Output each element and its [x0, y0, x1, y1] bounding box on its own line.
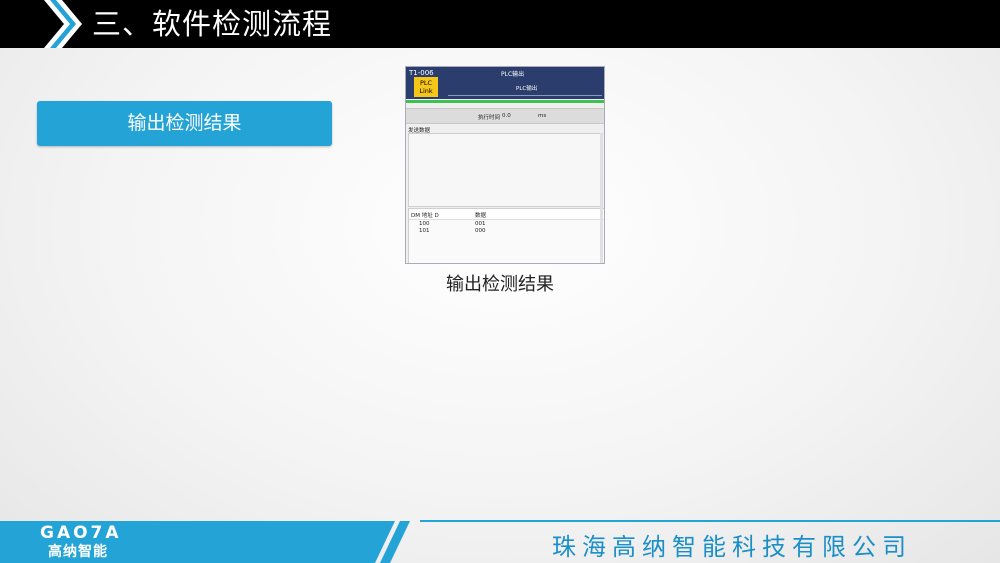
plc-badge-line1: PLC [419, 79, 433, 87]
table-row-2-address: 101 [419, 228, 430, 234]
dm-address-header: DM 地址 D [411, 213, 439, 219]
subtitle-underline [448, 95, 602, 96]
screenshot-caption: 输出检测结果 [446, 274, 554, 295]
dm-table: DM 地址 D 数据 100 001 101 000 [408, 208, 604, 263]
scrollbar[interactable] [600, 133, 603, 263]
window-title: PLC输出 [501, 71, 525, 78]
dm-table-header: DM 地址 D 数据 [409, 209, 604, 220]
screenshot-header: T1-006 PLC输出 PLC Link PLC输出 [406, 67, 604, 99]
exec-time-row: 执行时间 0.0 ms [406, 108, 604, 124]
gaona-logo: GAO7A [40, 523, 122, 543]
plc-link-badge: PLC Link [414, 77, 438, 97]
table-row-1-data: 001 [475, 221, 486, 227]
screenshot-subtitle: PLC输出 [516, 86, 538, 92]
data-header: 数据 [475, 213, 487, 219]
company-name: 珠海高纳智能科技有限公司 [552, 533, 912, 561]
exec-time-label: 执行时间 [478, 115, 501, 121]
header-chevron-decoration [0, 0, 82, 48]
table-row-1-address: 100 [419, 221, 430, 227]
output-result-button[interactable]: 输出检测结果 [37, 101, 332, 146]
status-strip [406, 100, 604, 103]
table-row-2-data: 000 [475, 228, 486, 234]
send-data-box [408, 133, 603, 207]
header-bar: 三、软件检测流程 [0, 0, 1000, 48]
tool-id: T1-006 [409, 69, 434, 77]
exec-time-unit: ms [538, 113, 547, 119]
plc-badge-line2: Link [419, 87, 433, 95]
gaona-logo-cn: 高纳智能 [48, 544, 108, 560]
page-title: 三、软件检测流程 [92, 7, 333, 41]
software-screenshot: T1-006 PLC输出 PLC Link PLC输出 执行时间 0.0 ms … [405, 66, 605, 264]
exec-time-value: 0.0 [502, 113, 511, 119]
